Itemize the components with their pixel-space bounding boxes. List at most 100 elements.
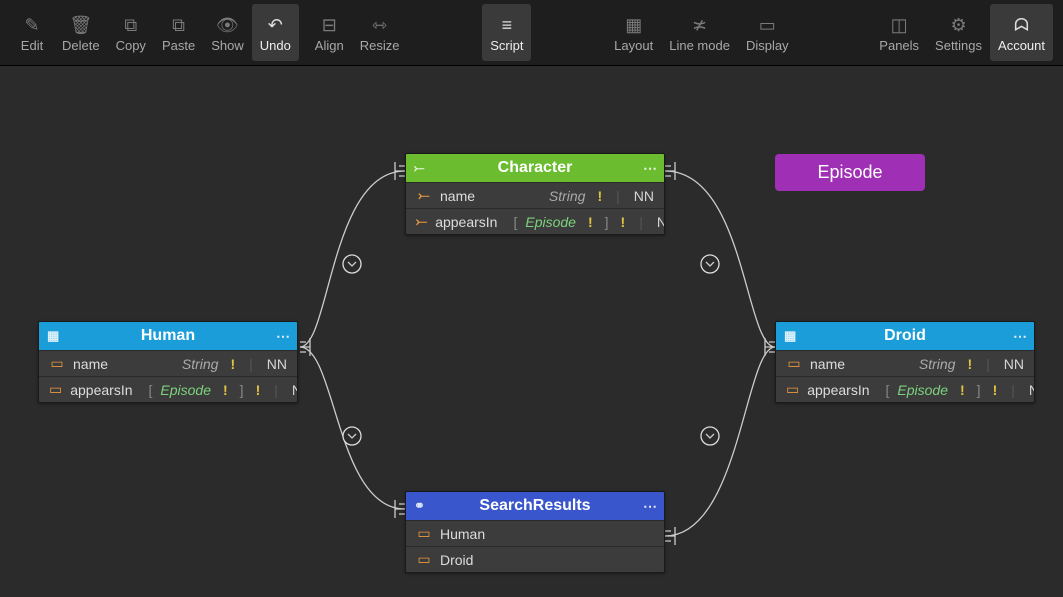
display-icon: ▭ <box>759 12 776 38</box>
script-icon: ≡ <box>502 12 513 38</box>
more-icon[interactable]: ⋯ <box>276 328 289 345</box>
field-row[interactable]: ⤚ appearsIn [Episode!] ! | NN <box>406 208 664 234</box>
interface-icon: ⤚ <box>414 160 424 176</box>
field-icon: ▭ <box>49 355 65 372</box>
field-icon: ▭ <box>786 355 802 372</box>
field-row[interactable]: ▭ appearsIn [Episode!] !| NN <box>776 376 1034 402</box>
user-icon: ᗣ <box>1014 12 1029 38</box>
card-human-head[interactable]: ▦ Human ⋯ <box>39 322 297 350</box>
account-button[interactable]: ᗣ Account <box>990 4 1053 61</box>
trash-icon: 🗑 <box>69 12 92 38</box>
nn-badge: NN <box>1025 382 1035 398</box>
not-null-bang: ! <box>617 214 630 230</box>
layout-label: Layout <box>614 38 653 53</box>
nn-badge: NN <box>1000 356 1024 372</box>
settings-label: Settings <box>935 38 982 53</box>
display-label: Display <box>746 38 789 53</box>
field-type: String <box>549 188 586 204</box>
field-name: Human <box>440 526 485 542</box>
field-name: Droid <box>440 552 473 568</box>
nn-badge: NN <box>630 188 654 204</box>
more-icon[interactable]: ⋯ <box>643 160 656 177</box>
field-icon: ⤚ <box>416 187 432 204</box>
show-label: Show <box>211 38 244 53</box>
script-button[interactable]: ≡ Script <box>482 4 531 61</box>
nn-badge: NN <box>288 382 298 398</box>
field-row[interactable]: ▭ appearsIn [Episode!] !| NN <box>39 376 297 402</box>
field-icon: ⤚ <box>416 213 427 230</box>
field-row[interactable]: ▭ Droid <box>406 546 664 572</box>
paste-button[interactable]: ⧉ Paste <box>154 4 203 61</box>
linemode-button[interactable]: ≭ Line mode <box>661 4 738 61</box>
card-searchresults-title: SearchResults <box>479 497 590 515</box>
pencil-icon: ✎ <box>24 12 39 38</box>
eye-icon: 👁 <box>216 12 239 38</box>
linemode-icon: ≭ <box>692 12 707 38</box>
card-droid-head[interactable]: ▦ Droid ⋯ <box>776 322 1034 350</box>
align-button[interactable]: ⊟ Align <box>307 4 352 61</box>
paste-icon: ⧉ <box>172 12 185 38</box>
card-droid-title: Droid <box>884 327 926 345</box>
edit-button[interactable]: ✎ Edit <box>10 4 54 61</box>
gear-icon: ⚙ <box>950 12 966 38</box>
card-character[interactable]: ⤚ Character ⋯ ⤚ name String ! | NN ⤚ app… <box>405 153 665 235</box>
undo-label: Undo <box>260 38 291 53</box>
card-droid[interactable]: ▦ Droid ⋯ ▭ name String !| NN ▭ appearsI… <box>775 321 1035 403</box>
linemode-label: Line mode <box>669 38 730 53</box>
not-null-bang: ! <box>593 188 606 204</box>
field-type: Episode <box>897 382 948 398</box>
panels-icon: ◫ <box>891 12 908 38</box>
field-name: appearsIn <box>807 382 869 398</box>
enum-episode-label: Episode <box>817 162 882 182</box>
more-icon[interactable]: ⋯ <box>1013 328 1026 345</box>
type-icon: ▦ <box>47 328 59 344</box>
nn-badge: NN <box>653 214 665 230</box>
card-searchresults[interactable]: ⚭ SearchResults ⋯ ▭ Human ▭ Droid <box>405 491 665 573</box>
union-icon: ⚭ <box>414 498 425 514</box>
settings-button[interactable]: ⚙ Settings <box>927 4 990 61</box>
field-icon: ▭ <box>786 381 799 398</box>
card-character-head[interactable]: ⤚ Character ⋯ <box>406 154 664 182</box>
card-human[interactable]: ▦ Human ⋯ ▭ name String !| NN ▭ appearsI… <box>38 321 298 403</box>
align-label: Align <box>315 38 344 53</box>
copy-icon: ⧉ <box>124 12 137 38</box>
panels-button[interactable]: ◫ Panels <box>871 4 927 61</box>
field-row[interactable]: ⤚ name String ! | NN <box>406 182 664 208</box>
field-icon: ▭ <box>416 551 432 568</box>
field-icon: ▭ <box>49 381 62 398</box>
field-name: name <box>73 356 108 372</box>
toolbar-group-view: ▦ Layout ≭ Line mode ▭ Display <box>606 4 796 61</box>
more-icon[interactable]: ⋯ <box>643 498 656 515</box>
copy-button[interactable]: ⧉ Copy <box>108 4 154 61</box>
field-icon: ▭ <box>416 525 432 542</box>
field-type: Episode <box>525 214 576 230</box>
field-row[interactable]: ▭ name String !| NN <box>776 350 1034 376</box>
script-label: Script <box>490 38 523 53</box>
field-row[interactable]: ▭ name String !| NN <box>39 350 297 376</box>
resize-button[interactable]: ⇿ Resize <box>352 4 408 61</box>
edit-label: Edit <box>21 38 43 53</box>
field-type: String <box>919 356 956 372</box>
field-type: String <box>182 356 219 372</box>
delete-button[interactable]: 🗑 Delete <box>54 4 108 61</box>
field-type: Episode <box>160 382 211 398</box>
show-button[interactable]: 👁 Show <box>203 4 252 61</box>
layout-button[interactable]: ▦ Layout <box>606 4 661 61</box>
enum-episode[interactable]: Episode <box>775 154 925 191</box>
canvas[interactable]: ⤚ Character ⋯ ⤚ name String ! | NN ⤚ app… <box>0 66 1063 597</box>
toolbar-group-align: ⊟ Align ⇿ Resize <box>307 4 408 61</box>
nn-badge: NN <box>263 356 287 372</box>
field-row[interactable]: ▭ Human <box>406 520 664 546</box>
resize-label: Resize <box>360 38 400 53</box>
account-label: Account <box>998 38 1045 53</box>
undo-button[interactable]: ↶ Undo <box>252 4 299 61</box>
card-searchresults-head[interactable]: ⚭ SearchResults ⋯ <box>406 492 664 520</box>
field-name: appearsIn <box>435 214 497 230</box>
type-icon: ▦ <box>784 328 796 344</box>
undo-icon: ↶ <box>268 12 283 38</box>
panels-label: Panels <box>879 38 919 53</box>
display-button[interactable]: ▭ Display <box>738 4 797 61</box>
toolbar-group-script: ≡ Script <box>482 4 531 61</box>
layout-icon: ▦ <box>625 12 642 38</box>
field-name: appearsIn <box>70 382 132 398</box>
